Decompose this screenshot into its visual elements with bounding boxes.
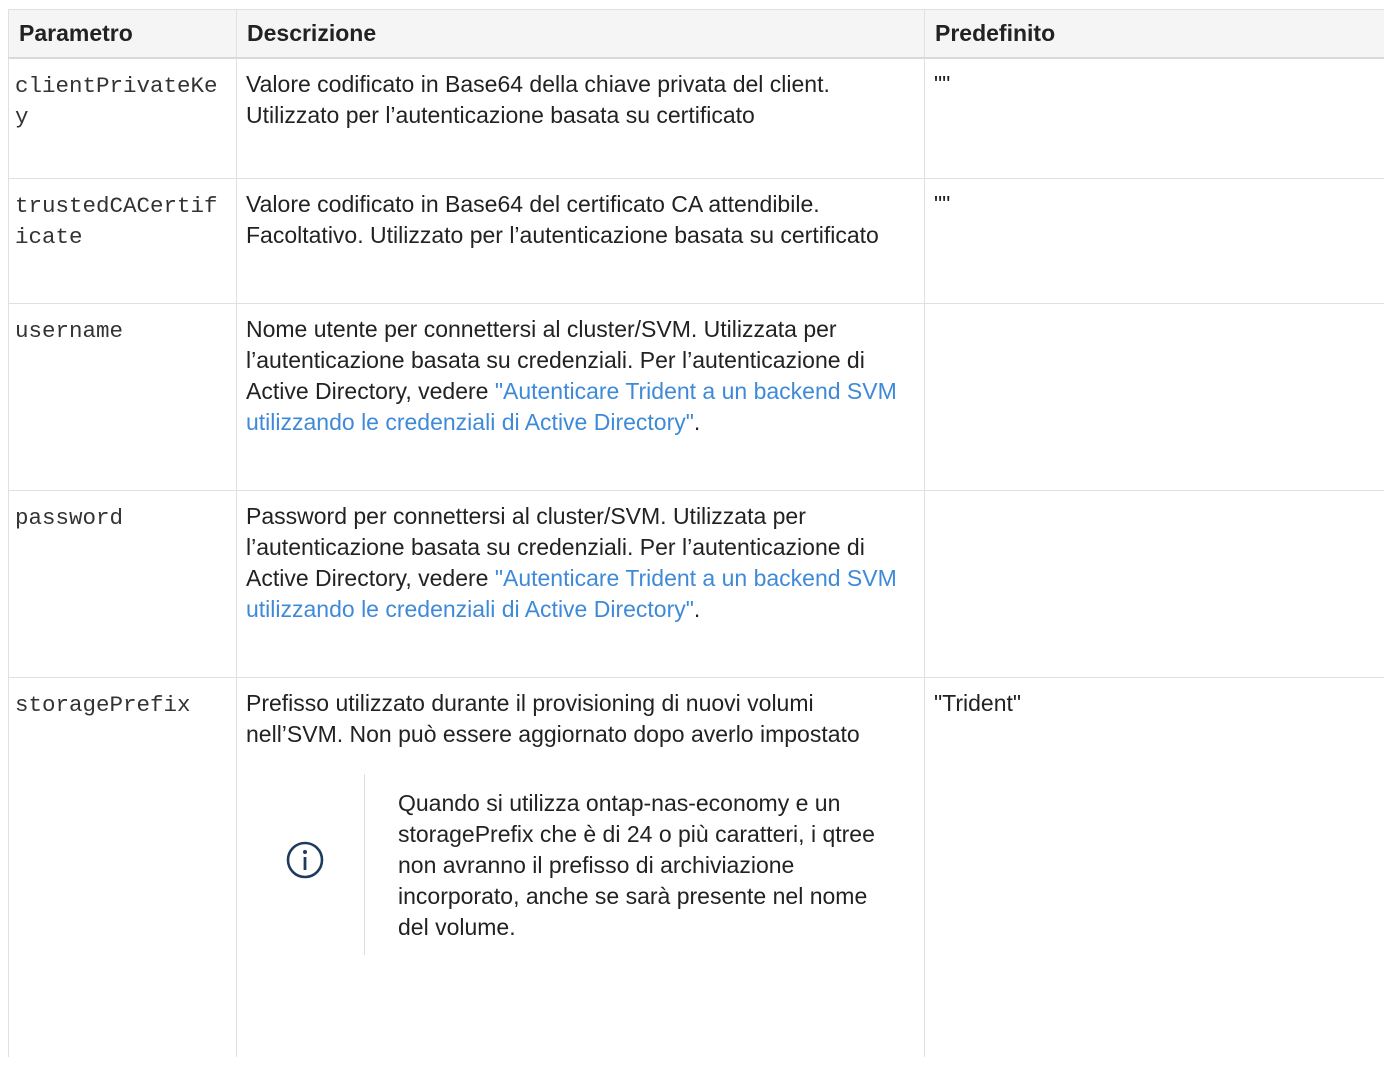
column-header-parametro: Parametro [8, 9, 237, 59]
note-text: Quando si utilizza ontap-nas-economy e u… [398, 789, 875, 940]
table-row: storagePrefix Prefisso utilizzato durant… [8, 676, 1384, 1057]
param-name: storagePrefix [8, 676, 237, 1057]
param-name: trustedCACertificate [8, 177, 237, 304]
table-row: password Password per connettersi al clu… [8, 489, 1384, 678]
param-name: password [8, 489, 237, 678]
table-row: username Nome utente per connettersi al … [8, 302, 1384, 491]
table-header-row: Parametro Descrizione Predefinito [8, 9, 1384, 59]
param-default [924, 302, 1384, 491]
column-header-descrizione: Descrizione [236, 9, 925, 59]
admonition-note: Quando si utilizza ontap-nas-economy e u… [246, 773, 916, 955]
param-description: Nome utente per connettersi al cluster/S… [236, 302, 925, 491]
param-description: Prefisso utilizzato durante il provision… [236, 676, 925, 1057]
param-default: "" [924, 177, 1384, 304]
param-default: "" [924, 57, 1384, 179]
param-description: Valore codificato in Base64 della chiave… [236, 57, 925, 179]
param-name: clientPrivateKey [8, 57, 237, 179]
info-icon [285, 840, 325, 888]
param-default [924, 489, 1384, 678]
column-header-predefinito: Predefinito [924, 9, 1384, 59]
description-text: Prefisso utilizzato durante il provision… [246, 689, 860, 747]
description-period: . [693, 595, 701, 622]
parameters-table: Parametro Descrizione Predefinito client… [8, 9, 1384, 1057]
param-default: "Trident" [924, 676, 1384, 1057]
note-icon-cell [246, 773, 365, 955]
table-row: trustedCACertificate Valore codificato i… [8, 177, 1384, 304]
param-description: Valore codificato in Base64 del certific… [236, 177, 925, 304]
table-row: clientPrivateKey Valore codificato in Ba… [8, 57, 1384, 179]
param-name: username [8, 302, 237, 491]
description-period: . [693, 408, 701, 435]
param-description: Password per connettersi al cluster/SVM.… [236, 489, 925, 678]
